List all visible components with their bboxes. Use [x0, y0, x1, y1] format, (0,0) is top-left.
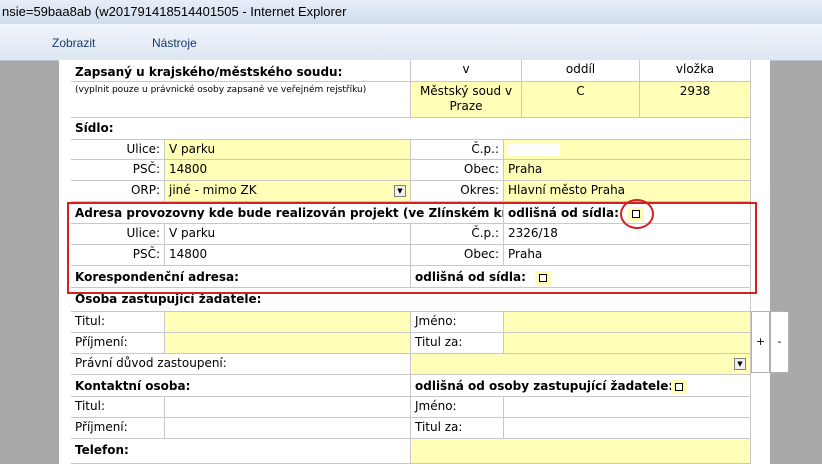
zastupce-duvod-dropdown-icon[interactable]: ▼	[734, 358, 746, 370]
sidlo-ulice-label: Ulice:	[71, 140, 165, 160]
kontakt-prijmeni-field[interactable]	[165, 418, 411, 439]
court-header-v: v	[411, 60, 522, 82]
court-header-vlozka: vložka	[640, 60, 751, 82]
kontakt-heading: Kontaktní osoba:	[71, 375, 411, 397]
zastupce-prijmeni-field[interactable]	[165, 333, 411, 354]
kontakt-titul-za-label: Titul za:	[411, 418, 504, 439]
court-v-field[interactable]: Městský soud v Praze	[411, 82, 522, 118]
zastupce-titul-za-field[interactable]	[504, 333, 751, 354]
zastupce-duvod-label: Právní důvod zastoupení:	[71, 354, 411, 375]
kontakt-titul-za-field[interactable]	[504, 418, 751, 439]
court-note: (vyplnit pouze u právnické osoby zapsané…	[71, 82, 411, 118]
court-oddil-field[interactable]: C	[522, 82, 640, 118]
sidlo-orp-select[interactable]: jiné - mimo ZK	[165, 181, 411, 202]
sidlo-cp-redacted	[508, 144, 560, 156]
menu-nastroje[interactable]: Nástroje	[152, 36, 197, 50]
court-vlozka-field[interactable]: 2938	[640, 82, 751, 118]
kontakt-titul-field[interactable]	[165, 397, 411, 418]
menu-bar: Zobrazit Nástroje	[0, 24, 822, 61]
kontakt-odlisna-checkbox[interactable]	[671, 380, 687, 394]
sidlo-orp-value: jiné - mimo ZK	[169, 183, 257, 197]
zastupce-jmeno-field[interactable]	[504, 312, 751, 333]
window-title: nsie=59baa8ab (w201791418514401505 - Int…	[2, 4, 347, 19]
sidlo-cp-label: Č.p.:	[411, 140, 504, 160]
sidlo-obec-label: Obec:	[411, 160, 504, 181]
sidlo-psc-label: PSČ:	[71, 160, 165, 181]
highlight-circle	[620, 199, 654, 229]
sidlo-cp-field[interactable]	[504, 140, 751, 160]
zastupce-titul-label: Titul:	[71, 312, 165, 333]
kontakt-jmeno-label: Jméno:	[411, 397, 504, 418]
kontakt-prijmeni-label: Příjmení:	[71, 418, 165, 439]
kontakt-titul-label: Titul:	[71, 397, 165, 418]
zastupce-titul-za-label: Titul za:	[411, 333, 504, 354]
checkbox-icon	[675, 383, 683, 391]
sidlo-orp-dropdown-icon[interactable]: ▼	[394, 185, 406, 197]
sidlo-ulice-field[interactable]: V parku	[165, 140, 411, 160]
add-person-button[interactable]: +	[751, 311, 770, 373]
sidlo-psc-field[interactable]: 14800	[165, 160, 411, 181]
zastupce-prijmeni-label: Příjmení:	[71, 333, 165, 354]
sidlo-okres-field[interactable]: Hlavní město Praha	[504, 181, 751, 202]
zastupce-duvod-select[interactable]	[411, 354, 751, 375]
sidlo-orp-label: ORP:	[71, 181, 165, 202]
kontakt-odlisna-label: odlišná od osoby zastupující žadatele:	[411, 375, 751, 397]
zastupce-titul-field[interactable]	[165, 312, 411, 333]
zastupce-jmeno-label: Jméno:	[411, 312, 504, 333]
window-titlebar: nsie=59baa8ab (w201791418514401505 - Int…	[0, 0, 822, 24]
telefon-field[interactable]	[411, 439, 751, 464]
telefon-label: Telefon:	[71, 439, 411, 464]
sidlo-okres-label: Okres:	[411, 181, 504, 202]
remove-person-button[interactable]: -	[770, 311, 789, 373]
court-v-line2: Praze	[449, 99, 483, 113]
court-header-oddil: oddíl	[522, 60, 640, 82]
kontakt-jmeno-field[interactable]	[504, 397, 751, 418]
sidlo-obec-field[interactable]: Praha	[504, 160, 751, 181]
court-v-line1: Městský soud v	[419, 84, 513, 98]
menu-zobrazit[interactable]: Zobrazit	[52, 36, 95, 50]
sidlo-heading: Sídlo:	[71, 118, 751, 140]
court-label: Zapsaný u krajského/městského soudu:	[71, 60, 411, 82]
